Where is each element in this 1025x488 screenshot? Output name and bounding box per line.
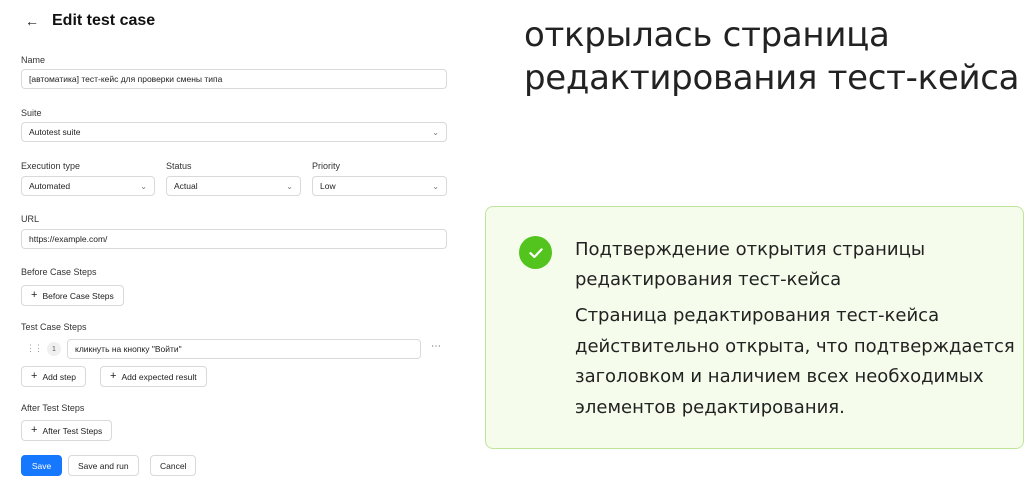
save-and-run-button[interactable]: Save and run bbox=[68, 455, 139, 476]
priority-label: Priority bbox=[312, 161, 341, 171]
step-input[interactable]: кликнуть на кнопку "Войти" bbox=[67, 339, 421, 359]
status-select[interactable]: Actual ⌄ bbox=[166, 176, 301, 196]
status-value: Actual bbox=[174, 181, 198, 191]
url-value: https://example.com/ bbox=[29, 234, 108, 244]
chevron-down-icon: ⌄ bbox=[432, 181, 439, 191]
plus-icon: + bbox=[31, 424, 38, 436]
name-value: [автоматика] тест-кейс для проверки смен… bbox=[29, 74, 223, 84]
plus-icon: + bbox=[31, 370, 38, 382]
plus-icon: + bbox=[31, 289, 38, 301]
suite-label: Suite bbox=[21, 108, 42, 118]
chevron-down-icon: ⌄ bbox=[432, 127, 439, 137]
plus-icon: + bbox=[110, 370, 117, 382]
card-text: Страница редактирования тест-кейса дейст… bbox=[575, 305, 1015, 418]
before-case-steps-label: Before Case Steps bbox=[21, 267, 97, 277]
arrow-left-icon[interactable]: ← bbox=[22, 11, 42, 31]
more-options-icon[interactable]: ⋯ bbox=[431, 341, 441, 352]
annotation-heading: открылась страница редактирования тест-к… bbox=[524, 15, 1020, 98]
card-title: Подтверждение открытия страницы редактир… bbox=[575, 239, 926, 290]
suite-select[interactable]: Autotest suite ⌄ bbox=[21, 122, 447, 142]
page-title: Edit test case bbox=[52, 12, 156, 29]
url-input[interactable]: https://example.com/ bbox=[21, 229, 447, 249]
page-header: ← Edit test case bbox=[22, 11, 155, 31]
priority-value: Low bbox=[320, 181, 336, 191]
save-button[interactable]: Save bbox=[21, 455, 62, 476]
chevron-down-icon: ⌄ bbox=[286, 181, 293, 191]
after-test-steps-label: After Test Steps bbox=[21, 403, 85, 413]
name-input[interactable]: [автоматика] тест-кейс для проверки смен… bbox=[21, 69, 447, 89]
execution-type-value: Automated bbox=[29, 181, 71, 191]
add-before-case-step-button[interactable]: + Before Case Steps bbox=[21, 285, 124, 306]
confirmation-card: Подтверждение открытия страницы редактир… bbox=[485, 206, 1024, 449]
execution-type-label: Execution type bbox=[21, 161, 81, 171]
drag-handle-icon[interactable]: ⋮⋮ bbox=[26, 343, 43, 354]
priority-select[interactable]: Low ⌄ bbox=[312, 176, 447, 196]
add-step-button[interactable]: + Add step bbox=[21, 366, 86, 387]
check-circle-icon bbox=[519, 236, 552, 269]
edit-test-case-form: ← Edit test case Name [автоматика] тест-… bbox=[0, 0, 470, 488]
status-label: Status bbox=[166, 161, 192, 171]
chevron-down-icon: ⌄ bbox=[140, 181, 147, 191]
test-case-steps-label: Test Case Steps bbox=[21, 322, 87, 332]
execution-type-select[interactable]: Automated ⌄ bbox=[21, 176, 155, 196]
cancel-button[interactable]: Cancel bbox=[150, 455, 197, 476]
suite-value: Autotest suite bbox=[29, 127, 81, 137]
step-number: 1 bbox=[47, 342, 61, 356]
add-after-test-step-button[interactable]: + After Test Steps bbox=[21, 420, 113, 441]
add-expected-result-button[interactable]: + Add expected result bbox=[100, 366, 207, 387]
step-text: кликнуть на кнопку "Войти" bbox=[75, 344, 182, 354]
name-label: Name bbox=[21, 55, 46, 65]
url-label: URL bbox=[21, 214, 40, 224]
